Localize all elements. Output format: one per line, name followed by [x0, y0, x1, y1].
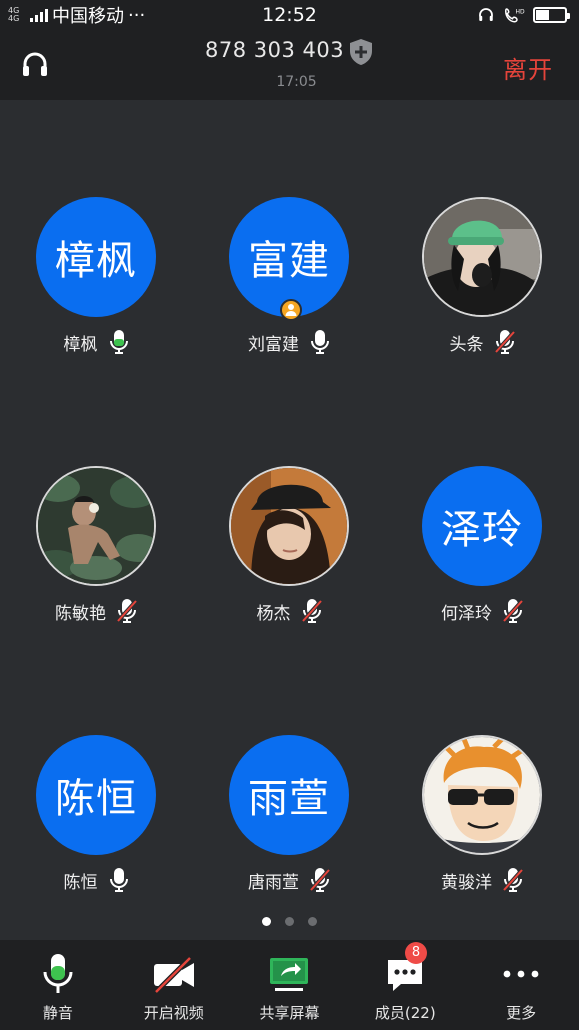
avatar: 陈恒 — [36, 735, 156, 855]
meeting-id[interactable]: 878 303 403 — [205, 38, 344, 62]
share-screen-button[interactable]: 共享屏幕 — [232, 940, 348, 1030]
meeting-duration: 17:05 — [276, 74, 317, 90]
headset-status-icon — [479, 8, 493, 21]
more-icon — [503, 970, 539, 978]
member-name: 头条 — [449, 334, 484, 355]
leave-button[interactable]: 离开 — [503, 50, 553, 85]
bottom-toolbar: 静音 开启视频 共享屏幕 成员(22) 更多 — [0, 940, 579, 1030]
member-name-row: 陈恒 — [0, 867, 193, 893]
member-name-row: 刘富建 — [193, 329, 386, 355]
member-grid: 樟枫 樟枫 富建 刘富建 头条 陈敏艳 杨杰 泽玲 何泽玲 陈恒 陈恒 雨萱 唐… — [0, 100, 579, 940]
svg-text:HD: HD — [516, 9, 526, 16]
status-bar: 4G 4G 中国移动 ··· 12:52 HD — [0, 0, 579, 30]
member-name: 唐雨萱 — [248, 872, 299, 893]
photo-girl-green-hat-icon — [424, 199, 540, 315]
page-dot[interactable] — [285, 917, 294, 926]
mute-label: 静音 — [42, 1004, 73, 1022]
more-button[interactable]: 更多 — [463, 940, 579, 1030]
photo-girl-black-cap-icon — [231, 468, 347, 584]
mic-muted-icon — [502, 599, 524, 623]
mic-on-icon — [109, 868, 128, 892]
photo-boy-with-leaves-icon — [38, 468, 154, 584]
mic-icon — [43, 954, 73, 993]
avatar: 樟枫 — [36, 197, 156, 317]
battery-level — [536, 10, 549, 20]
security-shield-icon[interactable] — [348, 38, 374, 66]
avatar-photo — [229, 466, 349, 586]
mute-button[interactable]: 静音 — [0, 940, 116, 1030]
member-name-row: 陈敏艳 — [0, 598, 193, 624]
member-name: 何泽玲 — [441, 603, 492, 624]
unread-badge: 8 — [405, 942, 427, 964]
member-name: 刘富建 — [248, 334, 299, 355]
member-name-row: 何泽玲 — [386, 598, 579, 624]
page-dot-active[interactable] — [262, 917, 271, 926]
mic-on-icon — [311, 330, 329, 354]
member-name: 黄骏洋 — [441, 872, 492, 893]
page-indicator[interactable] — [0, 917, 579, 926]
page-dot[interactable] — [308, 917, 317, 926]
hd-call-icon: HD — [504, 8, 526, 23]
member-name: 陈恒 — [63, 872, 98, 893]
mic-muted-icon — [301, 599, 322, 623]
member-name: 杨杰 — [256, 603, 291, 624]
start-video-label: 开启视频 — [143, 1004, 204, 1022]
member-name: 陈敏艳 — [55, 603, 106, 624]
video-off-icon — [153, 956, 194, 994]
avatar: 泽玲 — [422, 466, 542, 586]
start-video-button[interactable]: 开启视频 — [116, 940, 232, 1030]
member-name-row: 头条 — [386, 329, 579, 355]
status-right: HD — [477, 0, 570, 30]
avatar: 雨萱 — [229, 735, 349, 855]
share-screen-label: 共享屏幕 — [259, 1004, 320, 1022]
mic-muted-icon — [494, 330, 515, 354]
member-name-row: 樟枫 — [0, 329, 193, 355]
mic-muted-icon — [309, 868, 331, 892]
member-name-row: 唐雨萱 — [193, 867, 386, 893]
mic-speaking-icon — [109, 330, 128, 354]
members-label: 成员(22) — [374, 1004, 436, 1022]
battery-icon — [533, 7, 570, 23]
share-screen-icon — [270, 958, 309, 991]
mic-muted-icon — [502, 868, 524, 892]
member-name: 樟枫 — [63, 334, 98, 355]
host-badge-icon — [280, 299, 302, 321]
meeting-header: 878 303 403 17:05 离开 — [0, 30, 579, 100]
more-label: 更多 — [506, 1004, 537, 1022]
mic-muted-icon — [116, 599, 138, 623]
member-name-row: 黄骏洋 — [386, 867, 579, 893]
avatar-photo — [36, 466, 156, 586]
avatar-photo — [422, 197, 542, 317]
avatar-photo — [422, 735, 542, 855]
member-name-row: 杨杰 — [193, 598, 386, 624]
photo-cartoon-sunglasses-icon — [424, 737, 540, 853]
